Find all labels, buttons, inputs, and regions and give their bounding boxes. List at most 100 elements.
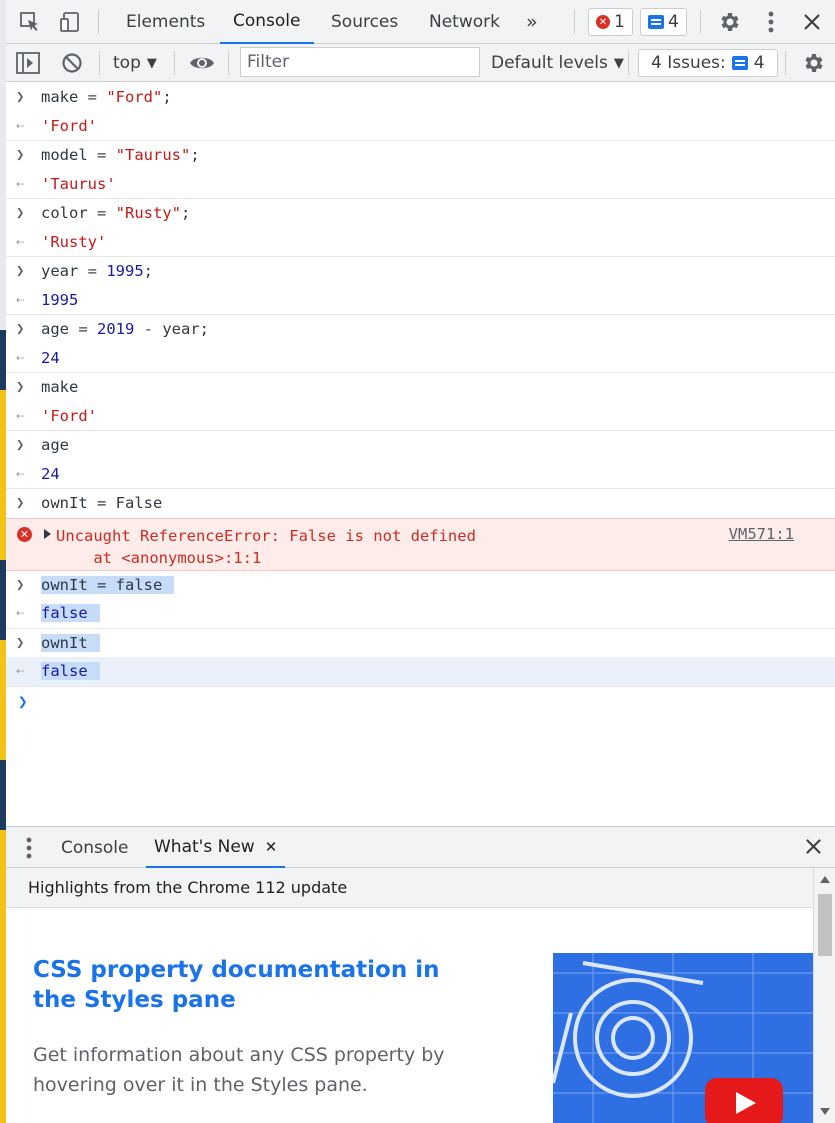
console-input-line[interactable]: ❯ age [6, 431, 835, 460]
close-devtools-icon[interactable] [798, 8, 826, 36]
console-input-line[interactable]: ❯ make = "Ford"; [6, 83, 835, 112]
error-count-badge[interactable]: ✕ 1 [588, 8, 633, 36]
console-output-line[interactable]: ⇠ 1995 [6, 286, 835, 315]
console-input-line[interactable]: ❯ ownIt = false [6, 571, 835, 600]
input-chevron-icon: ❯ [16, 576, 25, 593]
feature-title[interactable]: CSS property documentation in the Styles… [33, 955, 473, 1015]
clear-console-icon[interactable] [61, 52, 83, 78]
scrollbar-thumb[interactable] [818, 894, 832, 956]
inspect-element-icon[interactable] [16, 8, 44, 36]
code-token: ; [143, 262, 153, 281]
drawer-scrollbar[interactable] [813, 868, 835, 1123]
console-output-line[interactable]: ⇠ 'Rusty' [6, 228, 835, 257]
tab-network[interactable]: Network [429, 0, 500, 44]
log-levels-dropdown[interactable]: Default levels ▼ [491, 44, 624, 82]
console-prompt[interactable]: ❯ [6, 687, 835, 717]
result-value: false [41, 604, 100, 623]
live-expression-eye-icon[interactable] [189, 54, 215, 76]
output-arrow-icon: ⇠ [16, 349, 25, 366]
console-output-line[interactable]: ⇠ 'Ford' [6, 112, 835, 141]
divider [700, 10, 701, 34]
code-token: year [41, 262, 79, 281]
output-arrow-icon: ⇠ [16, 465, 25, 482]
result-value: 24 [41, 348, 60, 367]
drawer-toolbar: Console What's New ✕ [6, 826, 835, 868]
sidebar-toggle-icon[interactable] [16, 52, 40, 78]
code-token: = [78, 262, 107, 281]
message-count-badge[interactable]: 4 [640, 8, 687, 36]
drawer-menu-icon[interactable] [26, 837, 32, 863]
result-value: 'Taurus' [41, 174, 116, 193]
more-options-icon[interactable] [757, 8, 785, 36]
console-input-line[interactable]: ❯ year = 1995; [6, 257, 835, 286]
console-input-line[interactable]: ❯ model = "Taurus"; [6, 141, 835, 170]
input-chevron-icon: ❯ [16, 263, 25, 280]
more-tabs-button[interactable]: » [526, 0, 538, 44]
close-tab-icon[interactable]: ✕ [265, 838, 278, 856]
divider [228, 51, 229, 75]
error-icon: ✕ [17, 526, 32, 542]
console-output-line[interactable]: ⇠ false [6, 599, 835, 628]
console-entry: ❯ make = "Ford"; ⇠ 'Ford' [6, 83, 835, 141]
console-output-line[interactable]: ⇠ 24 [6, 344, 835, 373]
code-token: ownIt [41, 633, 100, 652]
code-token: model [41, 146, 88, 165]
console-input-line[interactable]: ❯ age = 2019 - year; [6, 315, 835, 344]
filter-input[interactable] [240, 47, 480, 77]
tab-elements[interactable]: Elements [126, 0, 205, 44]
input-chevron-icon: ❯ [16, 147, 25, 164]
result-value: 'Ford' [41, 116, 97, 135]
feature-video-thumbnail[interactable] [553, 953, 813, 1123]
console-input-line[interactable]: ❯ ownIt = False [6, 489, 835, 518]
error-stack-line: at <anonymous>:1:1 [56, 548, 262, 567]
code-token: ; [190, 146, 200, 165]
input-chevron-icon: ❯ [16, 495, 25, 512]
log-levels-label: Default levels [491, 53, 608, 73]
console-entry: ❯ age ⇠ 24 [6, 431, 835, 489]
tab-console[interactable]: Console [220, 0, 314, 44]
youtube-play-icon[interactable] [705, 1078, 783, 1123]
main-toolbar: Elements Console Sources Network » ✕ 1 4 [6, 0, 835, 44]
settings-gear-icon[interactable] [715, 8, 743, 36]
expand-triangle-icon[interactable] [44, 528, 51, 539]
input-chevron-icon: ❯ [16, 89, 25, 106]
console-output[interactable]: ❯ make = "Ford"; ⇠ 'Ford' ❯ model = "Taurus… [6, 83, 835, 826]
code-token: - [134, 320, 163, 339]
prompt-chevron-icon: ❯ [18, 692, 28, 711]
error-text: Uncaught ReferenceError: False is not de… [56, 525, 476, 569]
drawer-tab-console[interactable]: Console [61, 827, 129, 868]
issues-label: 4 Issues: [651, 53, 726, 73]
error-source-link[interactable]: VM571:1 [729, 525, 794, 543]
close-drawer-icon[interactable] [805, 838, 822, 859]
message-icon [731, 56, 748, 70]
context-selector[interactable]: top ▼ [113, 44, 157, 82]
input-chevron-icon: ❯ [16, 437, 25, 454]
console-input-line[interactable]: ❯ ownIt [6, 629, 835, 658]
console-entry: ❯ ownIt = false ⇠ false [6, 571, 835, 629]
code-token: "Rusty" [115, 204, 181, 223]
console-output-line[interactable]: ⇠ false [6, 657, 835, 686]
code-token: ownIt = False [41, 494, 163, 513]
console-settings-gear-icon[interactable] [801, 51, 825, 79]
issues-button[interactable]: 4 Issues: 4 [638, 49, 778, 77]
context-label: top [113, 53, 141, 73]
output-arrow-icon: ⇠ [16, 117, 25, 134]
result-value: 'Rusty' [41, 232, 107, 251]
drawer-tab-whats-new[interactable]: What's New ✕ [146, 827, 286, 868]
console-output-line[interactable]: ⇠ 'Taurus' [6, 170, 835, 199]
console-input-line[interactable]: ❯ make [6, 373, 835, 402]
tab-sources[interactable]: Sources [331, 0, 398, 44]
code-token: "Ford" [106, 88, 163, 107]
code-token: = [87, 146, 116, 165]
scroll-up-icon[interactable] [820, 876, 830, 883]
device-toolbar-icon[interactable] [56, 8, 84, 36]
code-token: ; [181, 204, 191, 223]
console-output-line[interactable]: ⇠ 24 [6, 460, 835, 489]
output-arrow-icon: ⇠ [16, 175, 25, 192]
console-input-line[interactable]: ❯ color = "Rusty"; [6, 199, 835, 228]
console-output-line[interactable]: ⇠ 'Ford' [6, 402, 835, 431]
code-token: = [69, 320, 97, 339]
input-chevron-icon: ❯ [16, 321, 25, 338]
divider [574, 10, 575, 34]
scroll-down-icon[interactable] [820, 1108, 830, 1115]
